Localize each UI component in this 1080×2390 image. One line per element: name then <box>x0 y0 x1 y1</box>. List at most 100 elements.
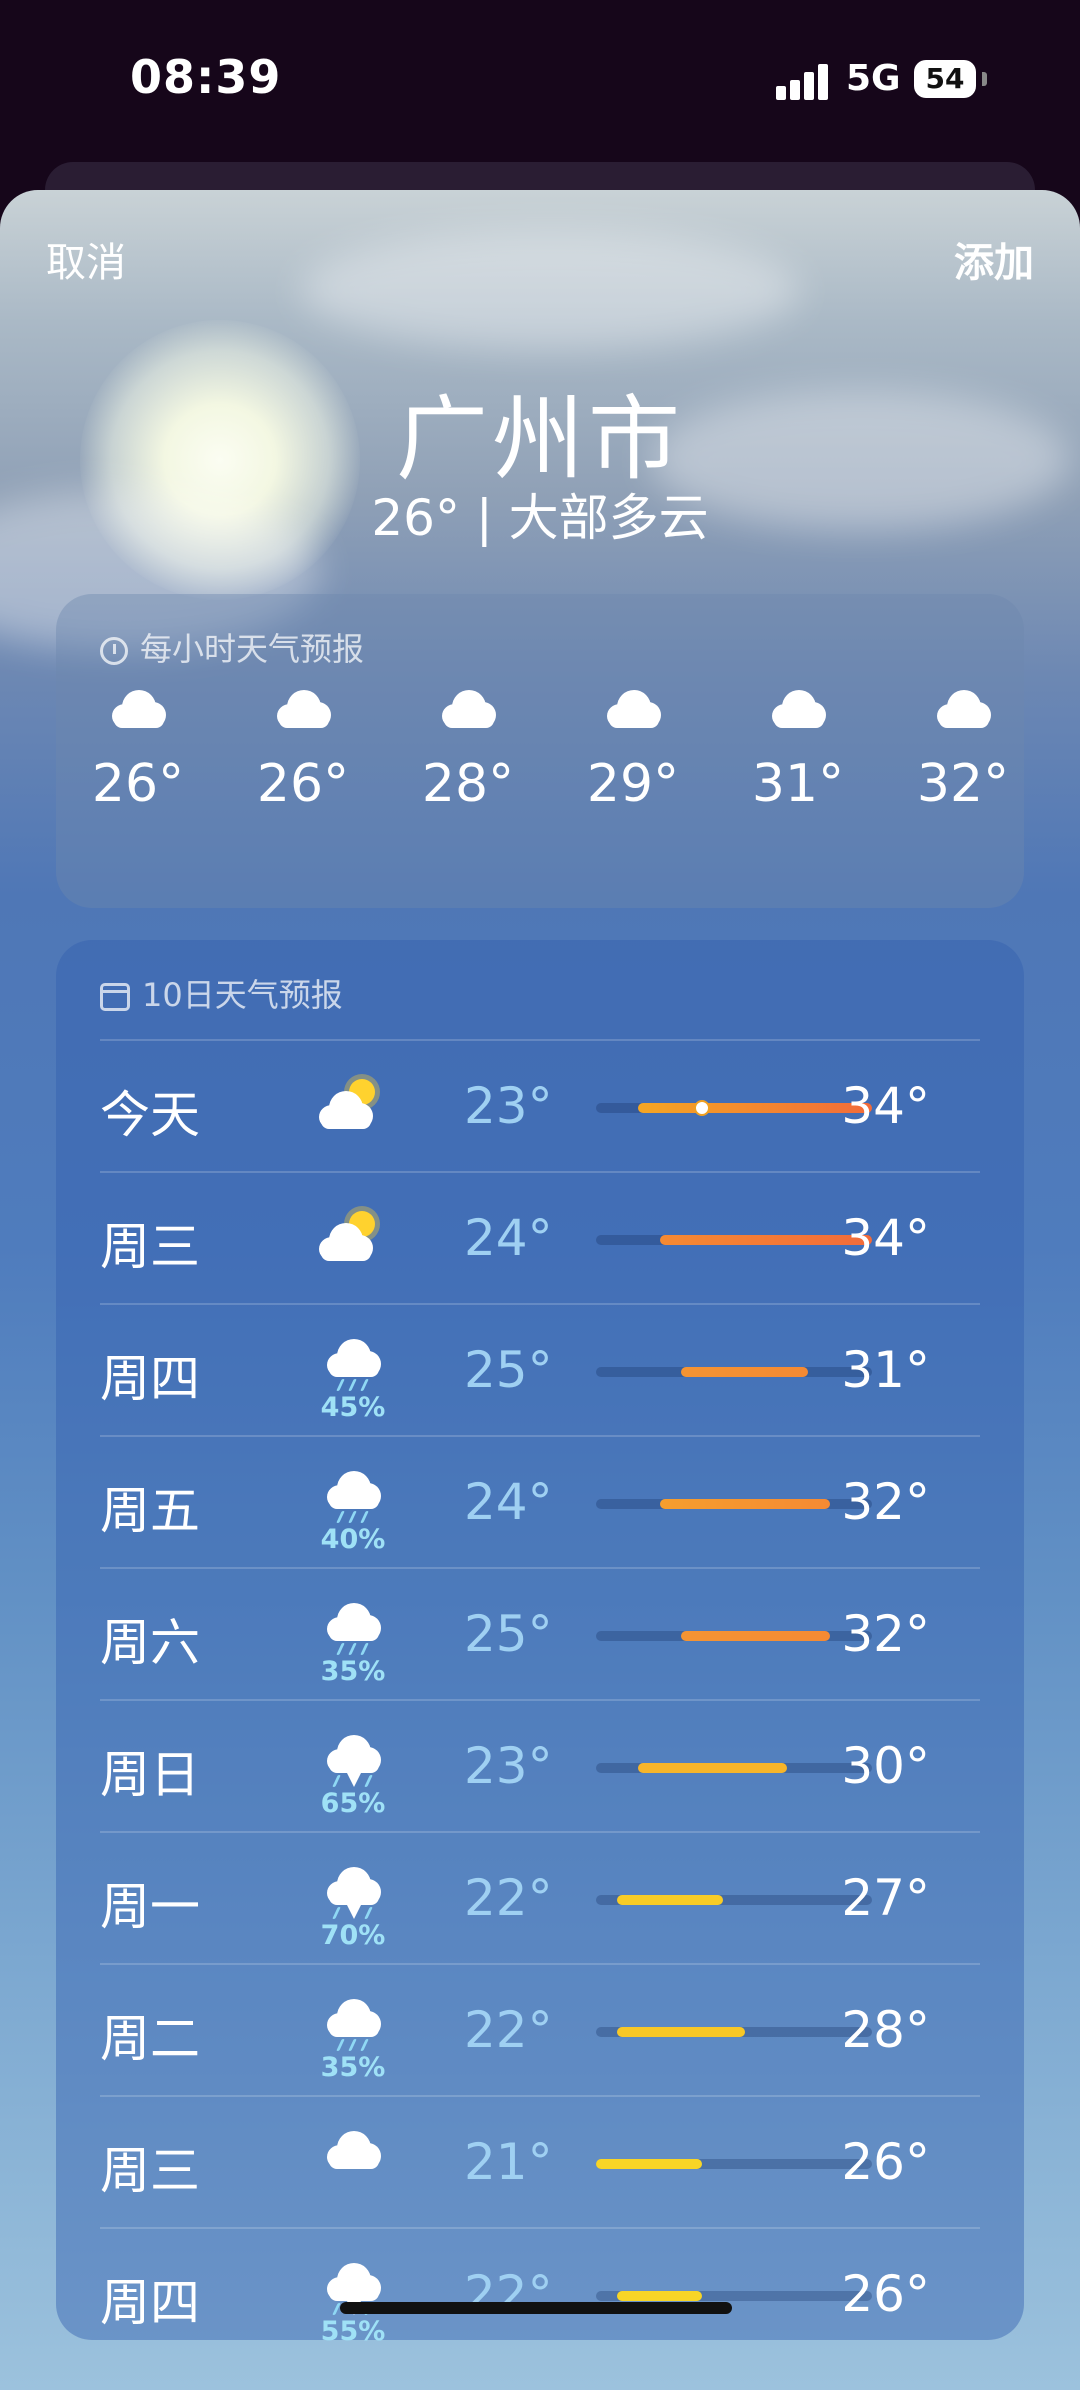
temp-range-fill <box>638 1103 872 1113</box>
cloud-shape <box>436 690 500 728</box>
cloud-icon <box>305 2131 401 2169</box>
rain-icon: 45% <box>305 1339 401 1423</box>
partly-sunny-icon <box>305 1075 401 1131</box>
daily-header-label: 10日天气预报 <box>142 976 343 1014</box>
temp-range-fill <box>680 1367 809 1377</box>
rain-icon: 40% <box>305 1471 401 1555</box>
thunderstorm-icon: 65% <box>305 1735 401 1819</box>
cloud-shape <box>271 690 335 728</box>
battery-icon: 54 <box>914 60 976 98</box>
temp-range-bar <box>596 2027 872 2037</box>
cloud-shape <box>321 1471 385 1509</box>
forecast-day: 周五 <box>100 1482 200 1540</box>
cloud-shape <box>601 690 665 728</box>
clock-icon <box>100 637 128 665</box>
daily-forecast-panel[interactable]: 10日天气预报 今天 23° 34° 周三 24° 34° 周四 45% 25° 31° 周五 40%… <box>56 940 1024 2347</box>
forecast-low: 24° <box>464 1209 553 1267</box>
cancel-button[interactable]: 取消 <box>46 230 126 288</box>
cloud-icon <box>398 690 538 728</box>
cloud-icon <box>563 690 703 728</box>
cloud-shape <box>766 690 830 728</box>
forecast-row[interactable]: 周二 35% 22° 28° <box>100 1963 980 2097</box>
forecast-low: 24° <box>464 1473 553 1531</box>
forecast-row[interactable]: 周三 21° 26° <box>100 2095 980 2229</box>
forecast-row[interactable]: 周一 70% 22° 27° <box>100 1831 980 1965</box>
forecast-day: 周三 <box>100 1218 200 1276</box>
cloud-shape <box>321 1999 385 2037</box>
cloud-shape <box>321 1735 385 1773</box>
temp-range-bar <box>596 2159 872 2169</box>
home-indicator[interactable] <box>340 2302 732 2314</box>
precip-chance: 45% <box>320 1392 386 1423</box>
current-temp-marker <box>694 1100 711 1116</box>
battery-tip <box>982 72 987 86</box>
forecast-low: 21° <box>464 2133 553 2191</box>
temp-range-bar <box>596 1763 872 1773</box>
network-type: 5G <box>846 58 901 99</box>
forecast-row[interactable]: 周六 35% 25° 32° <box>100 1567 980 1701</box>
forecast-day: 周四 <box>100 1350 200 1408</box>
hourly-header: 每小时天气预报 <box>100 624 364 670</box>
hourly-header-label: 每小时天气预报 <box>140 630 365 668</box>
temp-range-fill <box>617 2027 745 2037</box>
rain-icon: 35% <box>305 1999 401 2083</box>
temp-range-bar <box>596 1499 872 1509</box>
status-bar: 08:39 5G 54 <box>0 0 1080 150</box>
hourly-item: 28° <box>398 690 538 814</box>
temp-range-bar <box>596 1100 872 1116</box>
calendar-icon <box>100 983 130 1011</box>
hourly-item: 26° <box>233 690 373 814</box>
precip-chance: 55% <box>320 2316 386 2347</box>
cloud-shape <box>313 1223 377 1261</box>
temp-range-fill <box>617 2291 703 2301</box>
temp-range-fill <box>638 1763 788 1773</box>
precip-chance: 65% <box>320 1788 386 1819</box>
cloud-shape <box>321 1603 385 1641</box>
add-button[interactable]: 添加 <box>954 230 1034 288</box>
temp-range-bar <box>596 2291 872 2301</box>
rain-icon: 35% <box>305 1603 401 1687</box>
forecast-row[interactable]: 周四 55% 22° 26° <box>100 2227 980 2361</box>
cloud-shape <box>313 1091 377 1129</box>
temp-range-fill <box>680 1631 830 1641</box>
hourly-item: 32° <box>893 690 1033 814</box>
forecast-row[interactable]: 周日 65% 23° 30° <box>100 1699 980 1833</box>
temp-range-fill <box>596 2159 703 2169</box>
cellular-signal-icon <box>776 62 828 100</box>
precip-chance: 35% <box>320 2052 386 2083</box>
forecast-row[interactable]: 周五 40% 24° 32° <box>100 1435 980 1569</box>
hourly-temp: 31° <box>751 754 845 814</box>
status-time: 08:39 <box>130 50 282 104</box>
forecast-row[interactable]: 周四 45% 25° 31° <box>100 1303 980 1437</box>
cloud-shape <box>321 1867 385 1905</box>
cloud-wisp <box>300 230 800 350</box>
forecast-low: 22° <box>464 2001 553 2059</box>
cloud-icon <box>233 690 373 728</box>
cloud-shape <box>321 2131 385 2169</box>
forecast-low: 25° <box>464 1605 553 1663</box>
forecast-low: 23° <box>464 1077 553 1135</box>
forecast-day: 今天 <box>100 1086 200 1144</box>
hourly-item: 31° <box>728 690 868 814</box>
temp-range-fill <box>659 1499 830 1509</box>
daily-header: 10日天气预报 <box>100 970 343 1016</box>
current-summary: 26° | 大部多云 <box>371 489 709 547</box>
cloud-icon <box>68 690 208 728</box>
partly-sunny-icon <box>305 1207 401 1263</box>
forecast-day: 周二 <box>100 2010 200 2068</box>
forecast-row[interactable]: 周三 24° 34° <box>100 1171 980 1305</box>
temp-range-bar <box>596 1235 872 1245</box>
hourly-forecast-panel[interactable]: 每小时天气预报 26° 26° 28° 29° 31° 32° <box>56 594 1024 908</box>
forecast-low: 22° <box>464 1869 553 1927</box>
forecast-row[interactable]: 今天 23° 34° <box>100 1039 980 1173</box>
cloud-icon <box>893 690 1033 728</box>
temp-range-bar <box>596 1895 872 1905</box>
hourly-temp: 29° <box>586 754 680 814</box>
forecast-day: 周三 <box>100 2142 200 2200</box>
forecast-day: 周四 <box>100 2274 200 2332</box>
forecast-day: 周六 <box>100 1614 200 1672</box>
precip-chance: 70% <box>320 1920 386 1951</box>
hourly-temp: 26° <box>256 754 350 814</box>
hourly-temp: 32° <box>916 754 1010 814</box>
hourly-temp: 28° <box>421 754 515 814</box>
